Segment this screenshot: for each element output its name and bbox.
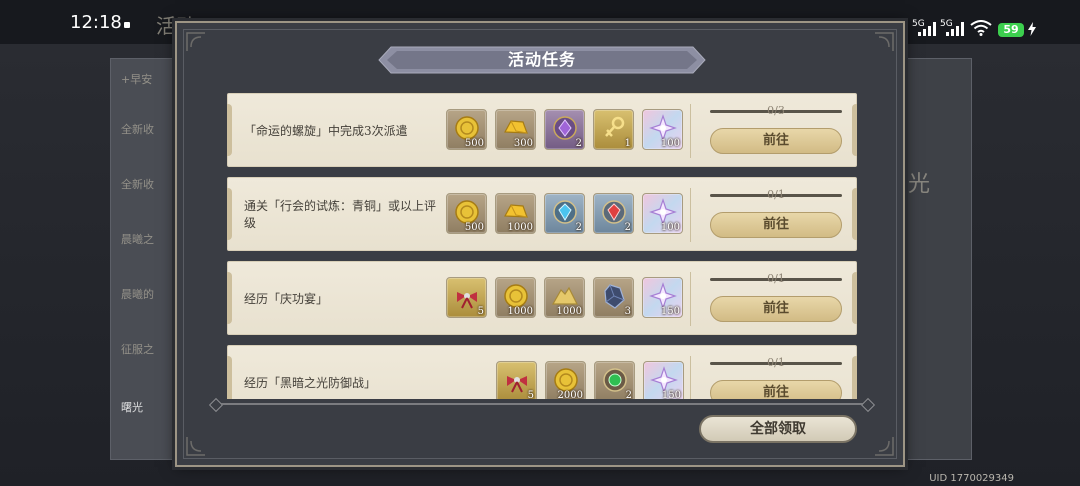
reward-count: 1 xyxy=(624,138,631,149)
reward-count: 300 xyxy=(513,138,533,149)
corner-ornament-icon xyxy=(186,437,205,456)
notification-icon xyxy=(124,22,130,28)
reward-item[interactable]: 100 xyxy=(642,109,683,150)
reward-count: 150 xyxy=(660,306,680,317)
reward-item[interactable]: 500 xyxy=(446,193,487,234)
reward-item[interactable]: 2 xyxy=(544,109,585,150)
reward-count: 100 xyxy=(660,138,680,149)
reward-count: 2 xyxy=(575,222,582,233)
reward-item[interactable]: 5 xyxy=(446,277,487,318)
list-scroll-divider xyxy=(217,403,867,405)
reward-item[interactable]: 1000 xyxy=(495,193,536,234)
reward-item[interactable]: 1000 xyxy=(495,277,536,318)
reward-count: 5 xyxy=(477,306,484,317)
reward-count: 150 xyxy=(661,390,681,399)
reward-item[interactable]: 1000 xyxy=(544,277,585,318)
go-button[interactable]: 前往 xyxy=(710,128,842,154)
signal-icon xyxy=(918,22,936,36)
reward-list: 5 1000 1000 3 150 xyxy=(446,277,683,318)
reward-item[interactable]: 150 xyxy=(642,277,683,318)
uid-label: UID 1770029349 xyxy=(929,473,1014,484)
charging-icon xyxy=(1028,22,1036,36)
progress-text: 0/1 xyxy=(767,188,785,201)
reward-item[interactable]: 1 xyxy=(593,109,634,150)
reward-list: 500 1000 2 2 100 xyxy=(446,193,683,234)
task-progress: 0/3 xyxy=(710,104,842,118)
task-row: 「命运的螺旋」中完成3次派遣 500 300 2 1 100 0/3 前往 xyxy=(227,93,857,167)
task-description: 通关「行会的试炼：青铜」或以上评级 xyxy=(244,199,437,230)
reward-count: 1000 xyxy=(507,306,533,317)
dialog-title-banner: 活动任务 xyxy=(377,45,707,75)
reward-item[interactable]: 500 xyxy=(446,109,487,150)
task-row: 经历「庆功宴」 5 1000 1000 3 150 0/1 前往 xyxy=(227,261,857,335)
dialog-title: 活动任务 xyxy=(507,50,576,69)
task-description: 经历「黑暗之光防御战」 xyxy=(244,375,377,390)
claim-all-button[interactable]: 全部领取 xyxy=(699,415,857,443)
background-right-label: 光 xyxy=(908,172,931,197)
reward-item[interactable]: 2 xyxy=(594,361,635,399)
reward-count: 3 xyxy=(624,306,631,317)
battery-indicator: 59 xyxy=(998,23,1024,37)
reward-list: 5 2000 2 150 xyxy=(496,361,684,399)
reward-count: 2 xyxy=(625,390,632,399)
reward-count: 5 xyxy=(527,390,534,399)
go-button[interactable]: 前往 xyxy=(710,212,842,238)
reward-count: 500 xyxy=(464,222,484,233)
task-row: 通关「行会的试炼：青铜」或以上评级 500 1000 2 2 100 0/1 前往 xyxy=(227,177,857,251)
task-divider xyxy=(690,272,691,326)
go-button[interactable]: 前往 xyxy=(710,380,842,399)
task-divider xyxy=(690,104,691,158)
task-description: 「命运的螺旋」中完成3次派遣 xyxy=(244,123,408,138)
reward-item[interactable]: 2000 xyxy=(545,361,586,399)
task-divider xyxy=(690,356,691,399)
reward-count: 2 xyxy=(624,222,631,233)
task-description: 经历「庆功宴」 xyxy=(244,291,329,306)
corner-ornament-icon xyxy=(875,437,894,456)
wifi-icon xyxy=(970,20,992,36)
progress-text: 0/3 xyxy=(767,104,785,117)
corner-ornament-icon xyxy=(875,32,894,51)
task-progress: 0/1 xyxy=(710,356,842,370)
task-list[interactable]: 「命运的螺旋」中完成3次派遣 500 300 2 1 100 0/3 前往 通关「行会的试炼：青… xyxy=(227,93,859,399)
reward-item[interactable]: 5 xyxy=(496,361,537,399)
reward-item[interactable]: 100 xyxy=(642,193,683,234)
activity-tasks-dialog: 活动任务 「命运的螺旋」中完成3次派遣 500 300 2 1 100 0/3 前往 通关「行会… xyxy=(175,21,905,467)
task-progress: 0/1 xyxy=(710,188,842,202)
reward-list: 500 300 2 1 100 xyxy=(446,109,683,150)
task-divider xyxy=(690,188,691,242)
background-right-panel xyxy=(905,58,972,460)
progress-text: 0/1 xyxy=(767,272,785,285)
reward-item[interactable]: 2 xyxy=(544,193,585,234)
reward-count: 2000 xyxy=(557,390,583,399)
reward-count: 1000 xyxy=(556,306,582,317)
go-button[interactable]: 前往 xyxy=(710,296,842,322)
reward-count: 500 xyxy=(464,138,484,149)
reward-item[interactable]: 2 xyxy=(593,193,634,234)
reward-count: 1000 xyxy=(507,222,533,233)
signal-icon xyxy=(946,22,964,36)
reward-item[interactable]: 150 xyxy=(643,361,684,399)
reward-count: 2 xyxy=(575,138,582,149)
reward-item[interactable]: 3 xyxy=(593,277,634,318)
progress-text: 0/1 xyxy=(767,356,785,369)
task-row: 经历「黑暗之光防御战」 5 2000 2 150 0/1 前往 xyxy=(227,345,857,399)
corner-ornament-icon xyxy=(186,32,205,51)
reward-count: 100 xyxy=(660,222,680,233)
task-progress: 0/1 xyxy=(710,272,842,286)
reward-item[interactable]: 300 xyxy=(495,109,536,150)
clock: 12:18 xyxy=(70,12,122,33)
